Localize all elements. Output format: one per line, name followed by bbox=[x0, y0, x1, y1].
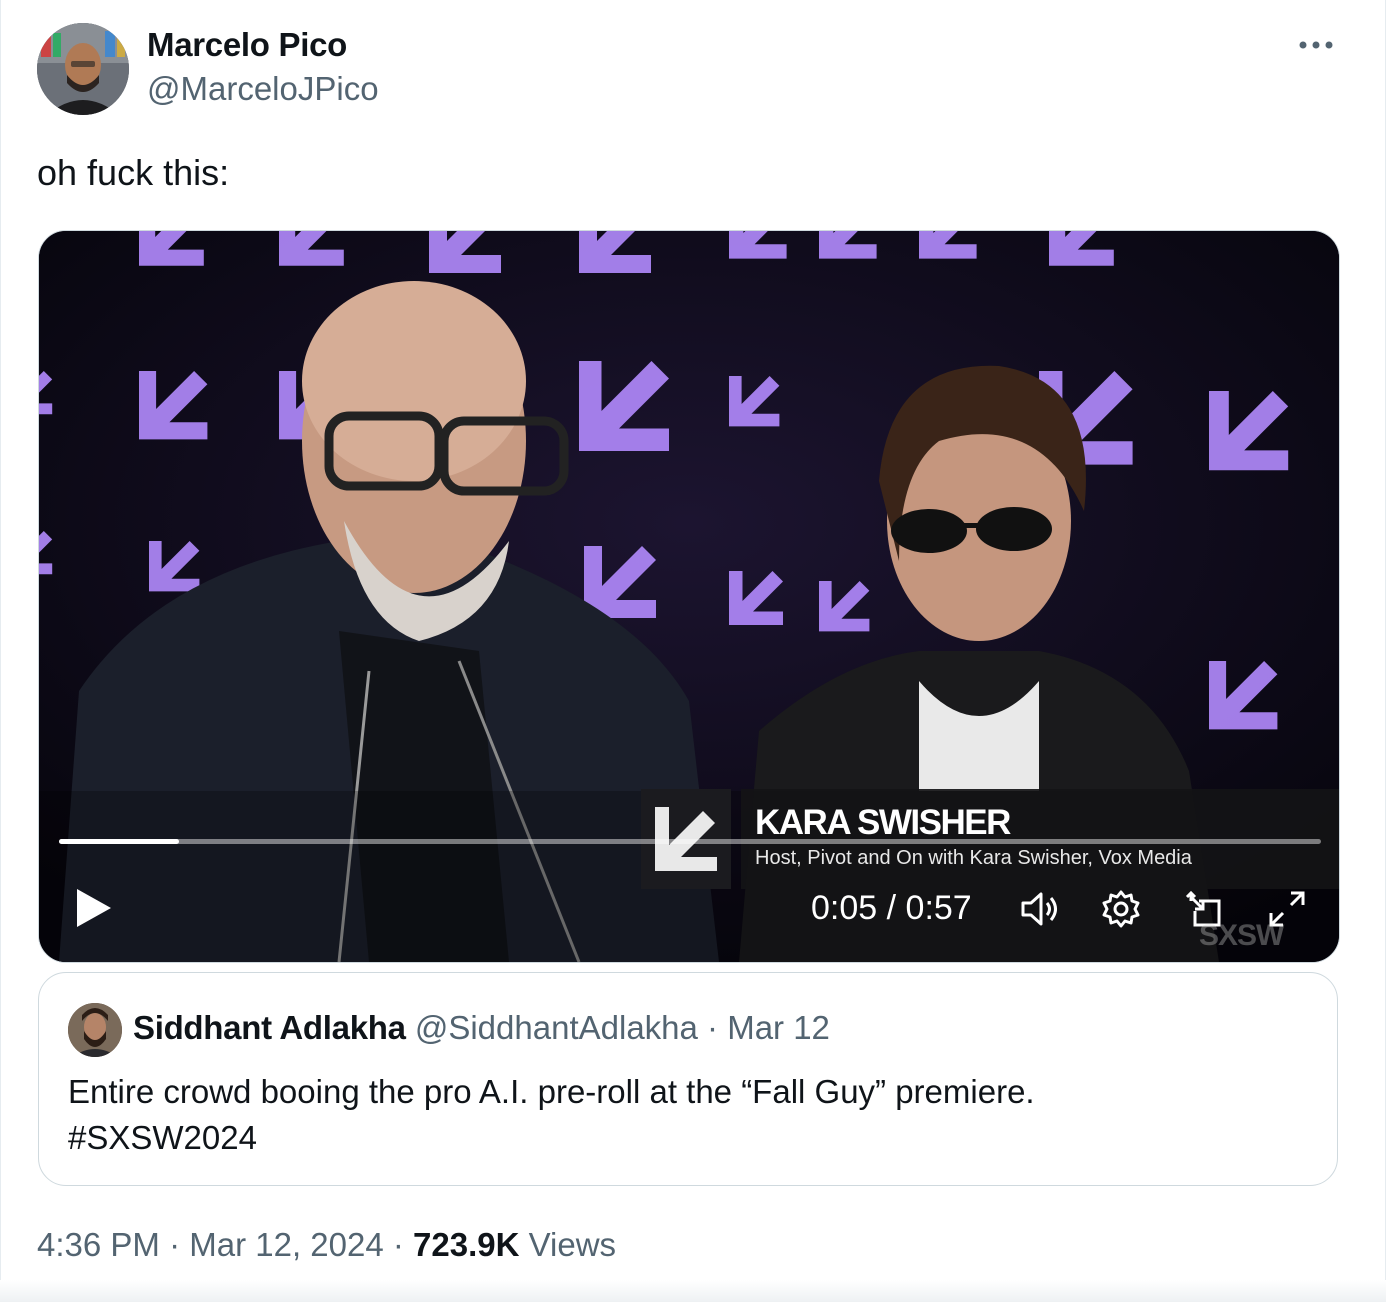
tweet-meta: 4:36 PM · Mar 12, 2024 · 723.9K Views bbox=[37, 1226, 616, 1264]
views-count[interactable]: 723.9K bbox=[413, 1226, 519, 1263]
video-player[interactable]: KARA SWISHER Host, Pivot and On with Kar… bbox=[38, 230, 1340, 963]
quoted-text-line-1: Entire crowd booing the pro A.I. pre-rol… bbox=[68, 1073, 1035, 1110]
author-avatar[interactable] bbox=[37, 23, 129, 115]
author-avatar-image bbox=[37, 23, 129, 115]
tweet-date[interactable]: Mar 12, 2024 bbox=[189, 1226, 383, 1263]
lower-third-title: Host, Pivot and On with Kara Swisher, Vo… bbox=[755, 847, 1192, 869]
video-duration: 0:57 bbox=[905, 889, 972, 927]
quoted-author-name[interactable]: Siddhant Adlakha bbox=[133, 1009, 406, 1046]
lower-third-name: KARA SWISHER bbox=[755, 803, 1011, 842]
author-handle[interactable]: @MarceloJPico bbox=[147, 70, 379, 108]
bottom-edge bbox=[0, 1280, 1386, 1302]
quoted-hashtag[interactable]: #SXSW2024 bbox=[68, 1115, 1268, 1161]
sxsw-watermark: SXSW bbox=[1199, 919, 1284, 952]
quoted-header: Siddhant Adlakha @SiddhantAdlakha · Mar … bbox=[133, 1009, 830, 1047]
volume-icon[interactable] bbox=[1017, 887, 1061, 931]
quoted-tweet[interactable]: Siddhant Adlakha @SiddhantAdlakha · Mar … bbox=[38, 972, 1338, 1186]
frame-border-left bbox=[0, 0, 1, 1302]
video-time-display: 0:05 / 0:57 bbox=[811, 889, 972, 928]
video-progress-fill bbox=[59, 839, 179, 844]
video-progress-bar[interactable] bbox=[59, 839, 1321, 844]
play-icon[interactable] bbox=[69, 883, 119, 933]
video-current-time: 0:05 bbox=[811, 889, 878, 927]
more-options-icon[interactable] bbox=[1296, 30, 1336, 60]
video-time-separator: / bbox=[877, 889, 906, 927]
tweet-time[interactable]: 4:36 PM bbox=[37, 1226, 160, 1263]
quoted-author-handle[interactable]: @SiddhantAdlakha bbox=[415, 1009, 698, 1046]
quoted-tweet-text: Entire crowd booing the pro A.I. pre-rol… bbox=[68, 1069, 1268, 1161]
quoted-separator: · bbox=[697, 1009, 728, 1046]
meta-separator-1: · bbox=[159, 1226, 190, 1263]
quoted-author-avatar-image bbox=[68, 1003, 122, 1057]
meta-separator-2: · bbox=[383, 1226, 414, 1263]
author-name[interactable]: Marcelo Pico bbox=[147, 26, 347, 64]
views-label[interactable]: Views bbox=[519, 1226, 616, 1263]
settings-gear-icon[interactable] bbox=[1099, 887, 1143, 931]
tweet-text: oh fuck this: bbox=[37, 152, 230, 193]
quoted-author-avatar[interactable] bbox=[68, 1003, 122, 1057]
quoted-date[interactable]: Mar 12 bbox=[727, 1009, 830, 1046]
